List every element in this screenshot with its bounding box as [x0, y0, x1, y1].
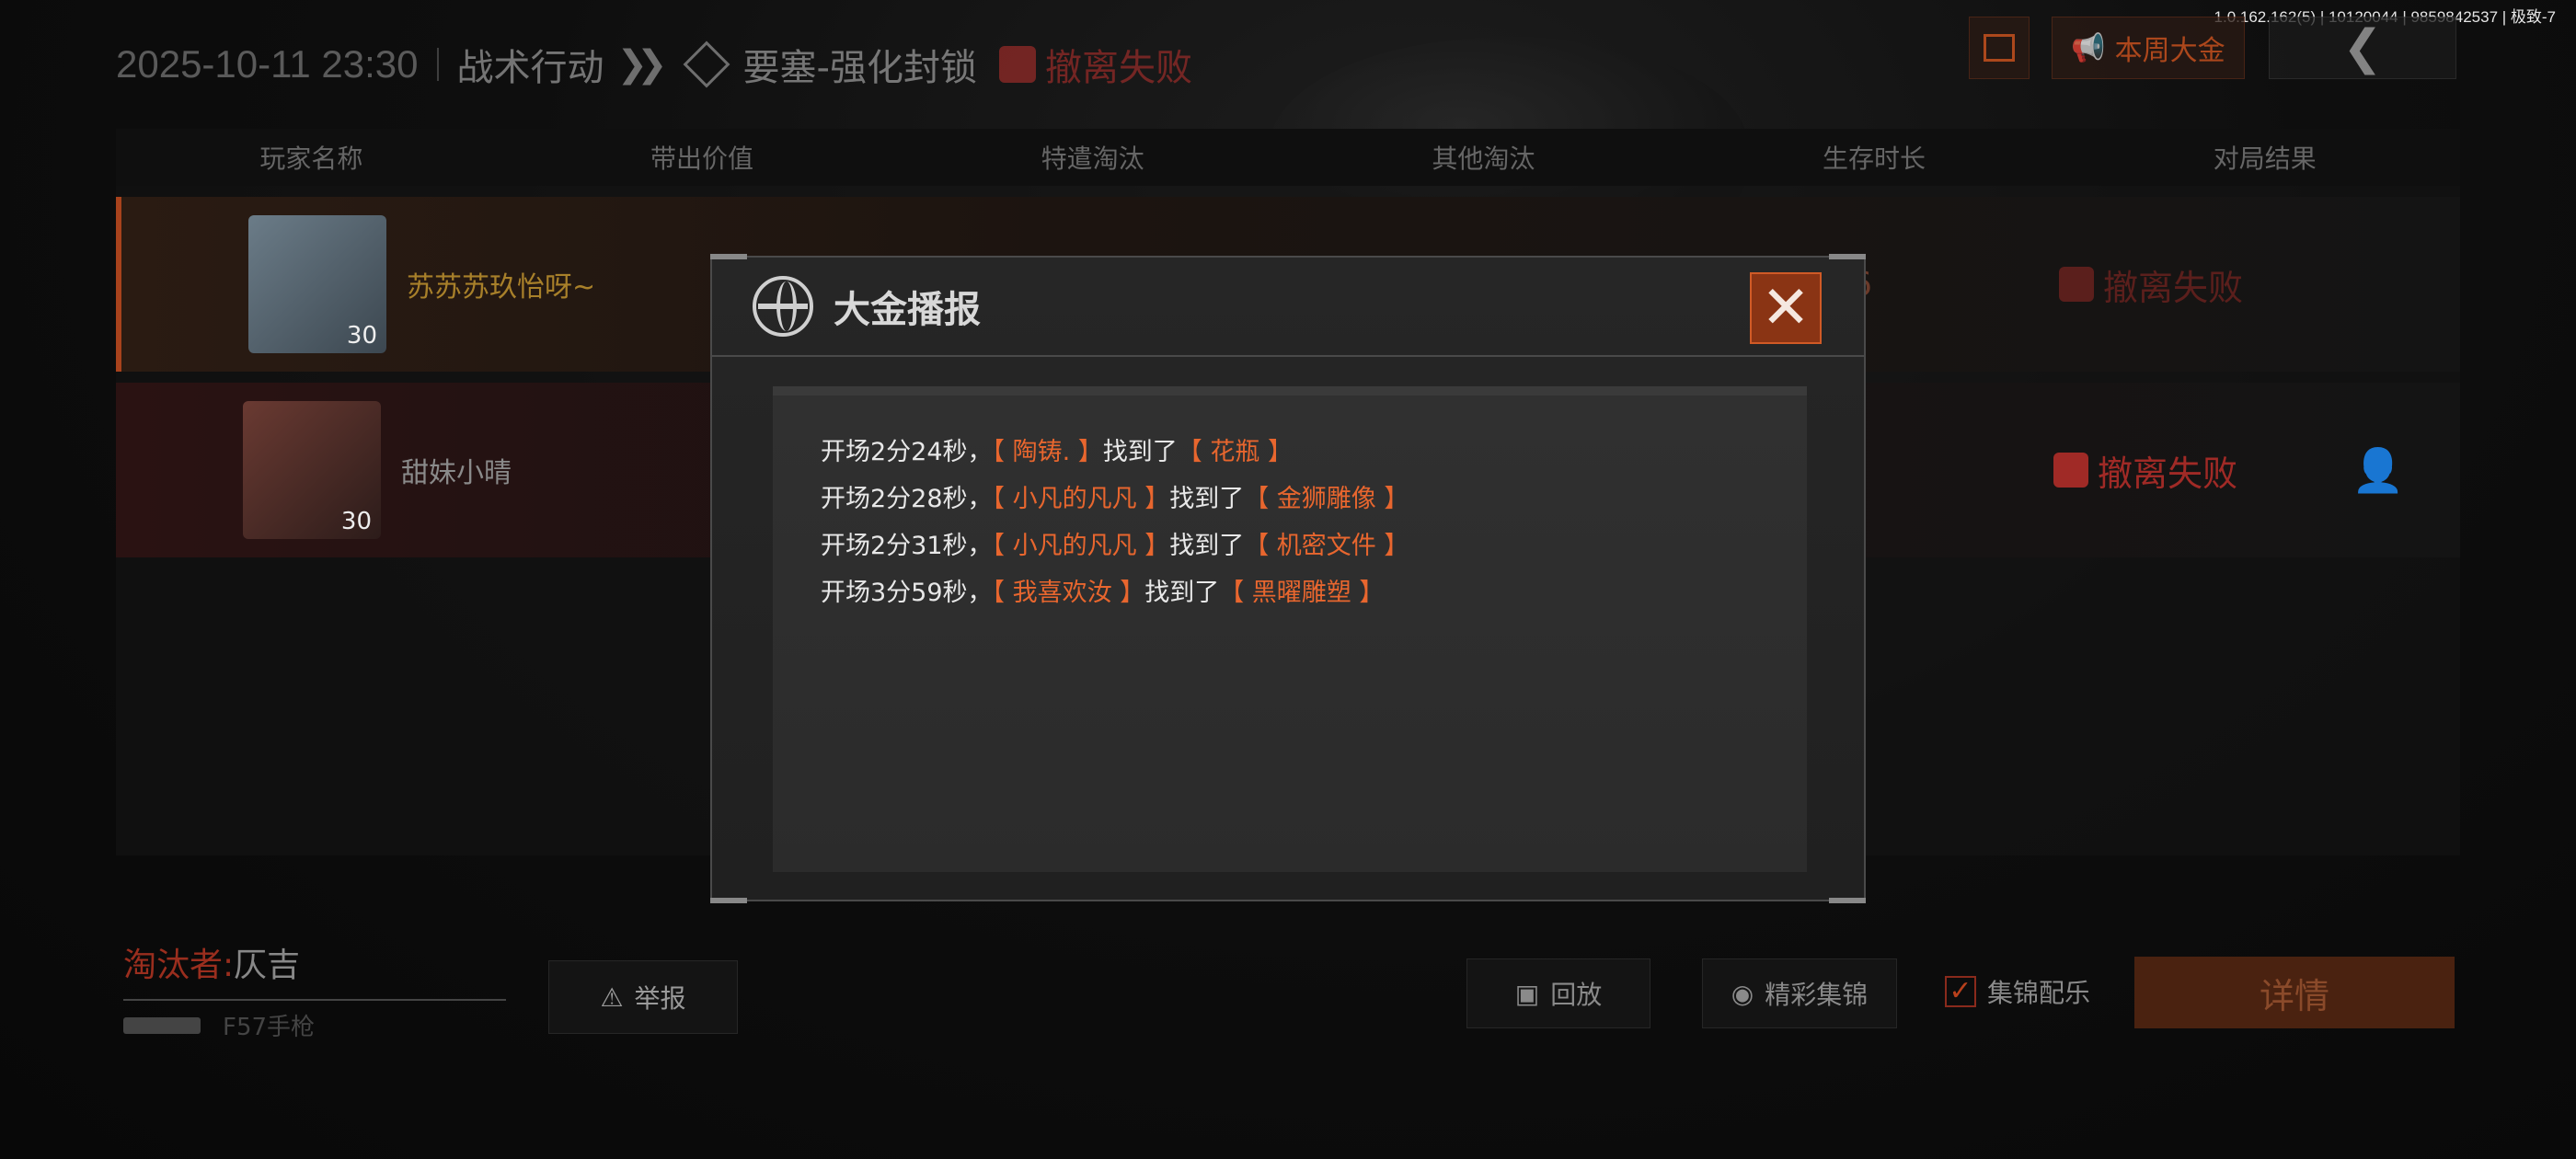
- camera-icon: ◉: [1731, 978, 1754, 1009]
- match-datetime: 2025-10-11 23:30: [116, 42, 419, 86]
- player-name: 苏苏苏玖怡呀~: [407, 271, 596, 304]
- details-label: 详情: [2259, 975, 2329, 1016]
- column-header: 特遣淘汰: [1041, 143, 1144, 174]
- back-button[interactable]: ❮: [2269, 17, 2456, 79]
- replay-label: 回放: [1550, 980, 1603, 1010]
- weekly-bigwin-label: 本周大金: [2114, 35, 2225, 67]
- dialog-title: 大金播报: [834, 289, 981, 331]
- extraction-failed-icon: [2059, 267, 2094, 302]
- event-verb: 找到了: [1169, 485, 1245, 513]
- pistol-icon: [123, 1016, 201, 1034]
- event-verb: 找到了: [1169, 532, 1245, 560]
- column-header: 对局结果: [2213, 143, 2317, 174]
- add-friend-icon[interactable]: 👤: [2352, 445, 2404, 496]
- event-time: 开场2分24秒，: [821, 438, 993, 466]
- map-diamond-icon: [683, 40, 730, 88]
- player-level: 30: [346, 322, 377, 350]
- eliminator-info: 淘汰者:仄吉: [123, 938, 506, 1001]
- item-name: 【 花瓶 】: [1177, 438, 1293, 466]
- eliminator-label: 淘汰者:: [123, 947, 235, 984]
- player-result: 撤离失败: [2053, 445, 2237, 496]
- highlights-label: 精彩集锦: [1765, 980, 1869, 1010]
- highlight-music-toggle[interactable]: ✓ 集锦配乐: [1945, 973, 2090, 1010]
- event-verb: 找到了: [1102, 438, 1178, 466]
- extraction-failed-icon: [2053, 453, 2088, 488]
- game-mode: 战术行动: [456, 47, 604, 89]
- bigwin-broadcast-dialog: 大金播报 ✕ 开场2分24秒，【 陶铸. 】找到了【 花瓶 】 开场2分28秒，…: [710, 254, 1866, 903]
- corner-accent: [1829, 898, 1866, 903]
- details-button[interactable]: 详情: [2134, 957, 2455, 1028]
- warning-icon: ⚠: [600, 981, 624, 1013]
- player-name: 【 我喜欢汝 】: [992, 579, 1145, 607]
- list-item: 开场2分28秒，【 小凡的凡凡 】找到了【 金狮雕像 】: [821, 476, 1807, 522]
- checkbox-checked-icon[interactable]: ✓: [1945, 976, 1976, 1007]
- divider: [436, 48, 439, 81]
- corner-accent: [710, 898, 747, 903]
- column-header: 玩家名称: [259, 143, 363, 174]
- chevron-right-icon: ❯❯: [616, 43, 668, 86]
- match-result-text: 撤离失败: [1044, 47, 1192, 89]
- player-level: 30: [340, 508, 372, 535]
- list-item: 开场2分31秒，【 小凡的凡凡 】找到了【 机密文件 】: [821, 522, 1807, 569]
- player-name: 【 陶铸. 】: [992, 438, 1103, 466]
- player-name: 【 小凡的凡凡 】: [992, 532, 1170, 560]
- close-button[interactable]: ✕: [1750, 272, 1822, 344]
- item-name: 【 金狮雕像 】: [1244, 485, 1409, 513]
- share-icon: [1984, 34, 2015, 62]
- broadcast-list: 开场2分24秒，【 陶铸. 】找到了【 花瓶 】 开场2分28秒，【 小凡的凡凡…: [773, 386, 1807, 872]
- column-header: 其他淘汰: [1432, 143, 1535, 174]
- match-header: 2025-10-11 23:30 战术行动 ❯❯ 要塞-强化封锁 撤离失败: [116, 33, 1192, 96]
- avatar: 30: [243, 401, 381, 539]
- globe-icon: [753, 276, 813, 337]
- column-header: 生存时长: [1823, 143, 1926, 174]
- megaphone-icon: 📢: [2071, 31, 2106, 64]
- replay-button[interactable]: ▣ 回放: [1466, 958, 1650, 1028]
- eliminator-name: 仄吉: [234, 947, 301, 984]
- event-time: 开场3分59秒，: [821, 579, 993, 607]
- player-result: 撤离失败: [2059, 259, 2243, 310]
- match-result: 撤离失败: [998, 38, 1192, 91]
- avatar: 30: [248, 215, 386, 353]
- divider: [123, 999, 506, 1001]
- extraction-failed-icon: [998, 46, 1036, 83]
- column-header: 带出价值: [650, 143, 754, 174]
- weapon-name: F57手枪: [223, 1014, 316, 1041]
- list-item: 开场2分24秒，【 陶铸. 】找到了【 花瓶 】: [821, 429, 1807, 476]
- weapon-info: F57手枪: [123, 1008, 315, 1042]
- item-name: 【 机密文件 】: [1244, 532, 1409, 560]
- dialog-header: 大金播报 ✕: [712, 258, 1864, 357]
- player-name: 甜妹小晴: [401, 457, 512, 489]
- player-result-text: 撤离失败: [2098, 453, 2238, 494]
- list-item: 开场3分59秒，【 我喜欢汝 】找到了【 黑曜雕塑 】: [821, 569, 1807, 616]
- player-result-text: 撤离失败: [2103, 267, 2244, 308]
- highlight-music-label: 集锦配乐: [1987, 978, 2091, 1008]
- chevron-left-icon: ❮: [2342, 20, 2383, 75]
- close-icon: ✕: [1761, 274, 1811, 342]
- film-icon: ▣: [1514, 978, 1540, 1009]
- share-button[interactable]: [1969, 17, 2030, 79]
- map-name: 要塞-强化封锁: [742, 47, 977, 89]
- report-label: 举报: [634, 983, 686, 1014]
- highlights-button[interactable]: ◉ 精彩集锦: [1702, 958, 1897, 1028]
- event-time: 开场2分31秒，: [821, 532, 993, 560]
- item-name: 【 黑曜雕塑 】: [1219, 579, 1385, 607]
- table-header: 玩家名称 带出价值 特遣淘汰 其他淘汰 生存时长 对局结果: [116, 129, 2460, 186]
- report-button[interactable]: ⚠ 举报: [548, 960, 738, 1034]
- event-time: 开场2分28秒，: [821, 485, 993, 513]
- event-verb: 找到了: [1144, 579, 1220, 607]
- player-name: 【 小凡的凡凡 】: [992, 485, 1170, 513]
- weekly-bigwin-button[interactable]: 📢 本周大金: [2052, 17, 2245, 79]
